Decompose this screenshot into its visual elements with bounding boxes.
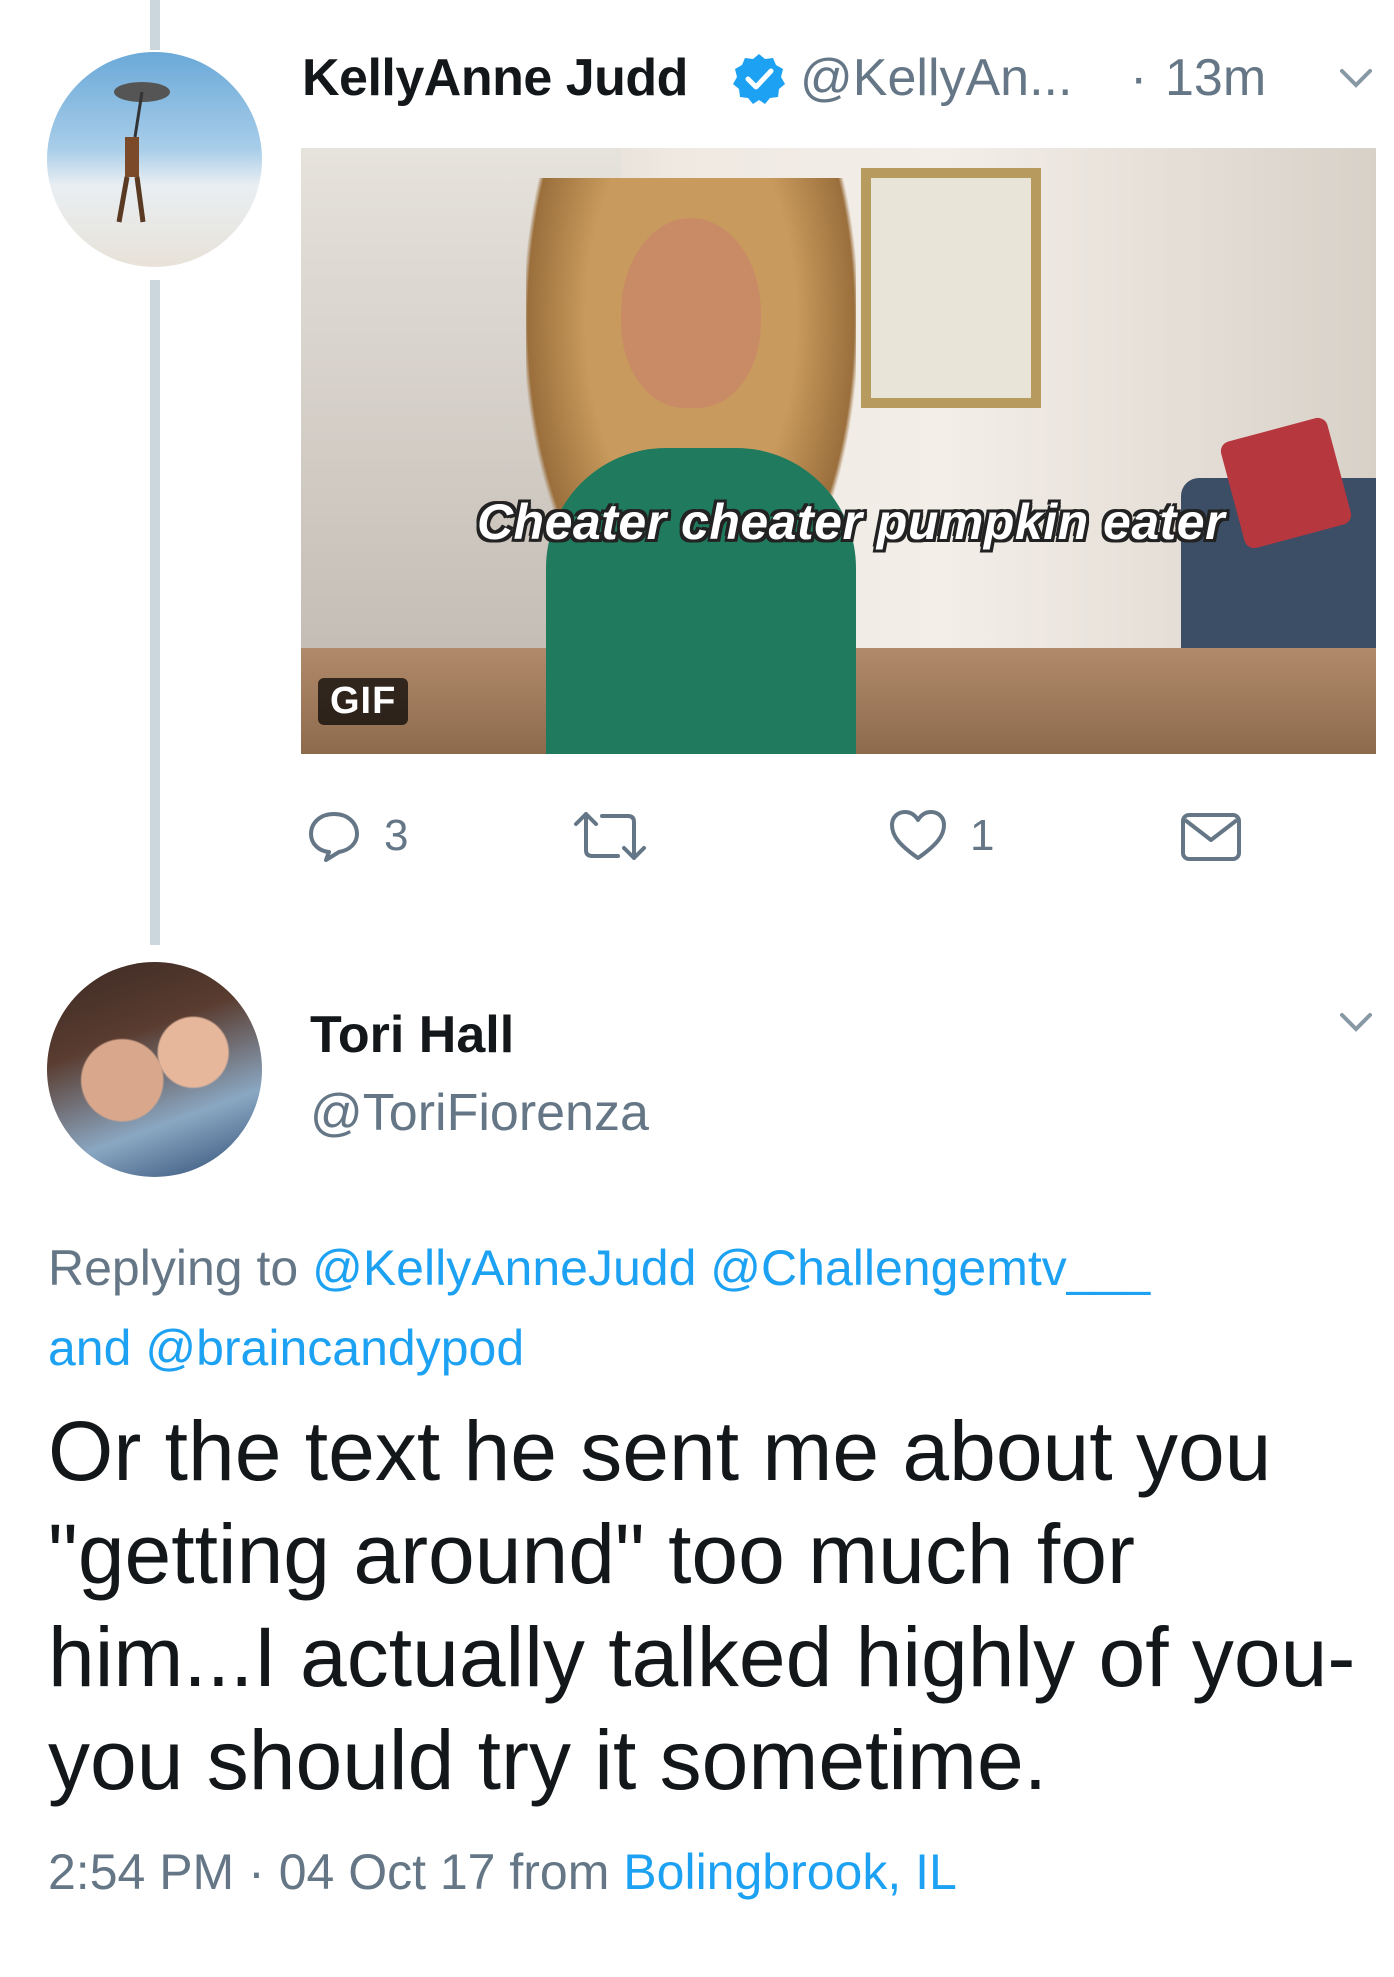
and-label: and (48, 1320, 132, 1376)
author-avatar[interactable] (47, 52, 262, 267)
mention-link[interactable]: @Challengemtv___ (710, 1240, 1150, 1296)
gif-caption: Cheater cheater pumpkin eater (476, 494, 1226, 550)
reply-author-name[interactable]: Tori Hall (310, 1005, 514, 1065)
retweet-icon (574, 812, 646, 860)
reply-icon (309, 812, 359, 862)
reply-author-handle[interactable]: @ToriFiorenza (310, 1083, 649, 1143)
reply-button[interactable]: 3 (306, 808, 408, 864)
reply-time: 2:54 PM (48, 1844, 235, 1900)
from-label: from (509, 1844, 610, 1900)
location-link[interactable]: Bolingbrook, IL (623, 1844, 957, 1900)
author-name[interactable]: KellyAnne Judd (302, 48, 688, 108)
thread-connector (150, 280, 160, 945)
verified-badge-icon (733, 54, 785, 104)
retweet-button[interactable] (568, 810, 652, 862)
author-handle[interactable]: @KellyAn... (800, 48, 1072, 108)
gif-media[interactable]: Cheater cheater pumpkin eater GIF (301, 148, 1376, 754)
gif-badge: GIF (318, 678, 409, 725)
reply-date: 04 Oct 17 (278, 1844, 496, 1900)
reply-text: Or the text he sent me about you "gettin… (48, 1404, 1356, 1807)
mention-link[interactable]: @braincandypod (145, 1320, 524, 1376)
time-separator: · (1130, 49, 1148, 107)
reply-author-avatar[interactable] (47, 962, 262, 1177)
chevron-down-icon[interactable] (1338, 66, 1374, 90)
meta-separator: · (248, 1844, 265, 1900)
replying-to-label: Replying to (48, 1240, 299, 1296)
like-count: 1 (970, 811, 995, 860)
chevron-down-icon[interactable] (1338, 1010, 1374, 1034)
avatar-umbrella-figure (114, 82, 170, 223)
gif-picture-frame (861, 168, 1041, 408)
envelope-icon (1181, 813, 1241, 861)
reply-metadata: 2:54 PM · 04 Oct 17 from Bolingbrook, IL (48, 1843, 957, 1901)
mention-link[interactable]: @KellyAnneJudd (312, 1240, 696, 1296)
reply-count: 3 (384, 811, 409, 860)
tweet-timestamp[interactable]: 13m (1165, 48, 1266, 108)
like-button[interactable]: 1 (888, 808, 994, 864)
gif-person-face (621, 218, 761, 408)
replying-to-line: Replying to @KellyAnneJudd @Challengemtv… (48, 1228, 1348, 1388)
heart-icon (890, 810, 946, 860)
thread-connector-top (150, 0, 160, 50)
direct-message-button[interactable] (1180, 812, 1242, 862)
